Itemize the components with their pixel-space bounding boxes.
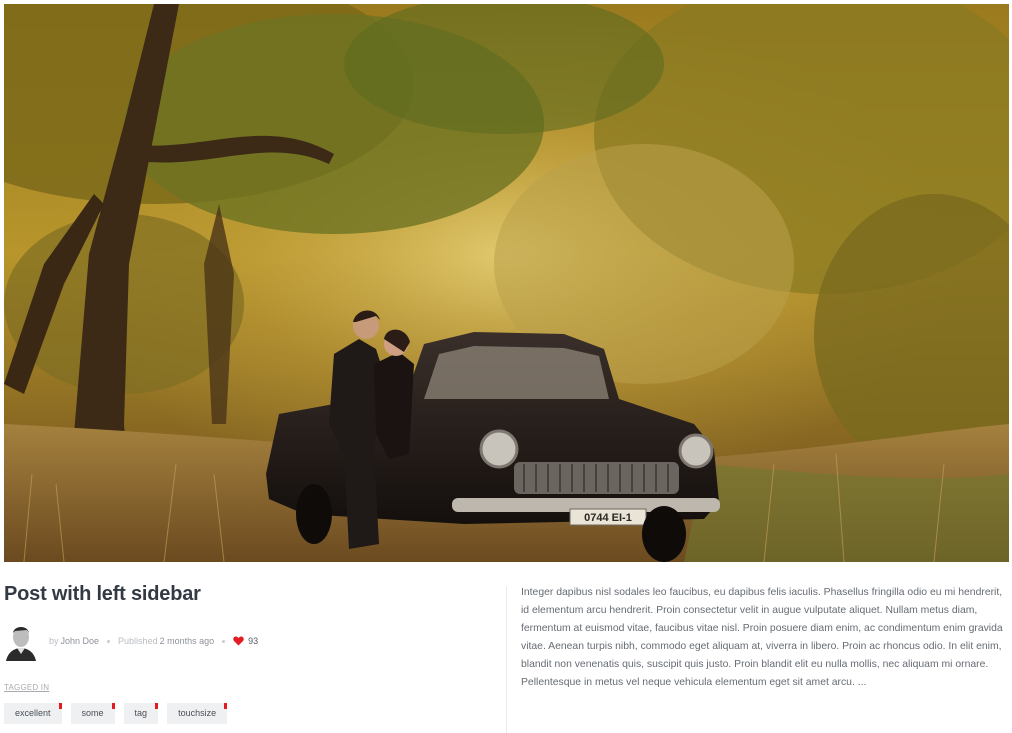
license-plate-text: 0744 EI-1 xyxy=(584,512,632,524)
tag-list: excellent some tag touchsize xyxy=(4,703,499,724)
post-excerpt: Integer dapibus nisl sodales leo faucibu… xyxy=(521,587,1003,689)
tag-tag[interactable]: tag xyxy=(123,703,159,724)
featured-image[interactable]: 0744 EI-1 xyxy=(4,4,1009,562)
tag-some[interactable]: some xyxy=(70,703,115,724)
tag-excellent[interactable]: excellent xyxy=(4,703,62,724)
column-divider xyxy=(506,586,507,733)
tag-touchsize[interactable]: touchsize xyxy=(167,703,228,724)
meta-separator xyxy=(107,639,111,643)
tagged-in-label: TAGGED IN xyxy=(4,683,50,692)
post-title[interactable]: Post with left sidebar xyxy=(4,584,499,604)
author-avatar[interactable] xyxy=(4,621,38,661)
published-date: 2 months ago xyxy=(159,636,215,646)
meta-separator xyxy=(222,639,226,643)
author-name[interactable]: John Doe xyxy=(61,636,100,646)
likes-count: 93 xyxy=(248,636,259,646)
published-prefix: Published xyxy=(118,636,158,646)
featured-image-illustration: 0744 EI-1 xyxy=(4,4,1009,562)
author-avatar-image xyxy=(4,621,38,661)
heart-icon[interactable] xyxy=(233,636,244,646)
post-meta-column: Post with left sidebar by John Doe Publi… xyxy=(4,576,499,724)
author-prefix: by xyxy=(49,636,59,646)
post-meta: by John Doe Published 2 months ago 93 xyxy=(4,621,499,661)
